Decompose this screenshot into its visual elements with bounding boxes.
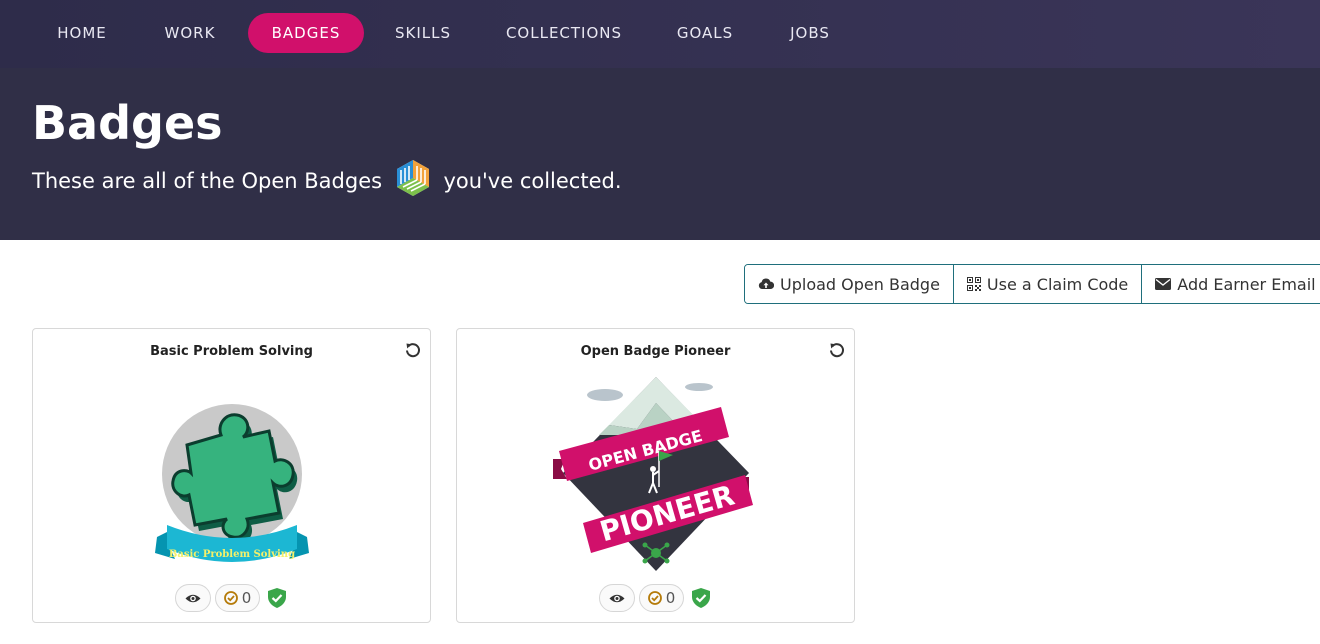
endorsements-button[interactable]: 0 <box>214 584 261 612</box>
qr-code-icon <box>966 277 981 291</box>
endorsement-count: 0 <box>241 589 252 607</box>
badge-image-puzzle: Basic Problem Solving <box>154 404 309 562</box>
add-earner-email-button[interactable]: Add Earner Email <box>1141 265 1320 303</box>
refresh-icon[interactable] <box>404 341 422 359</box>
endorsement-count: 0 <box>665 589 676 607</box>
cloud-upload-icon <box>758 278 774 289</box>
page-subtitle: These are all of the Open Badges you've … <box>32 160 622 198</box>
check-circle-icon <box>223 591 238 605</box>
open-badges-logo-icon <box>396 160 429 196</box>
endorsements-button[interactable]: 0 <box>638 584 685 612</box>
use-claim-code-button[interactable]: Use a Claim Code <box>952 265 1142 303</box>
badge-image-pioneer: OPEN BADGE PIONEER <box>552 377 753 571</box>
nav-jobs[interactable]: JOBS <box>760 13 860 53</box>
nav-badges[interactable]: BADGES <box>248 13 364 53</box>
upload-open-badge-button[interactable]: Upload Open Badge <box>745 265 953 303</box>
nav-collections[interactable]: COLLECTIONS <box>494 13 634 53</box>
eye-icon <box>185 594 201 602</box>
badge-title: Open Badge Pioneer <box>580 344 731 359</box>
badge-card-basic-problem-solving[interactable]: Basic Problem Solving Basic Problem Solv… <box>32 328 431 623</box>
badge-image-text: Basic Problem Solving <box>168 549 294 560</box>
page-header: Badges These are all of the Open Badges … <box>0 68 1320 240</box>
nav-goals[interactable]: GOALS <box>655 13 755 53</box>
envelope-icon <box>1155 278 1172 290</box>
upload-open-badge-label: Upload Open Badge <box>780 274 940 294</box>
nav-work[interactable]: WORK <box>140 13 240 53</box>
top-nav: HOME WORK BADGES SKILLS COLLECTIONS GOAL… <box>0 0 1320 68</box>
nav-home[interactable]: HOME <box>32 13 132 53</box>
nav-skills[interactable]: SKILLS <box>373 13 473 53</box>
badge-actions: Upload Open Badge Use a Claim Code Add E… <box>744 264 1320 304</box>
check-circle-icon <box>647 591 662 605</box>
badge-card-open-badge-pioneer[interactable]: Open Badge Pioneer OPEN BADGE PIONEER 0 <box>456 328 855 623</box>
subtitle-text-after: you've collected. <box>443 169 622 193</box>
add-earner-email-label: Add Earner Email <box>1177 274 1316 294</box>
subtitle-text-before: These are all of the Open Badges <box>32 169 383 193</box>
eye-icon <box>609 594 625 602</box>
verified-shield-icon[interactable] <box>690 587 712 609</box>
badge-title: Basic Problem Solving <box>150 344 313 359</box>
verified-shield-icon[interactable] <box>266 587 288 609</box>
page-title: Badges <box>32 96 223 150</box>
view-badge-button[interactable] <box>174 584 211 612</box>
refresh-icon[interactable] <box>828 341 846 359</box>
use-claim-code-label: Use a Claim Code <box>986 274 1129 294</box>
badge-card-footer: 0 <box>457 584 854 612</box>
view-badge-button[interactable] <box>598 584 635 612</box>
badge-card-footer: 0 <box>33 584 430 612</box>
